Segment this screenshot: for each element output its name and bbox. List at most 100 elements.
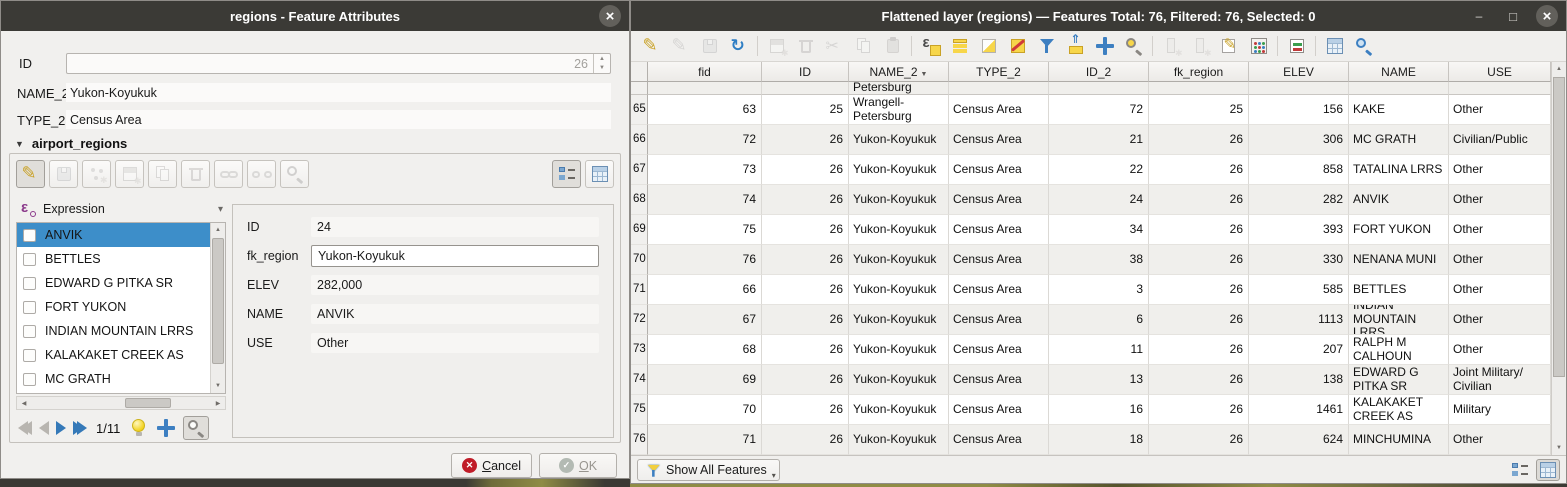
cell-ID_2[interactable]: 3 <box>1049 275 1149 305</box>
field-NAME[interactable]: ANVIK <box>311 304 599 324</box>
cell-TYPE_2[interactable]: Census Area <box>949 335 1049 365</box>
cell-ID[interactable] <box>762 82 849 95</box>
column-header-ELEV[interactable]: ELEV <box>1249 62 1349 82</box>
checkbox[interactable] <box>23 253 36 266</box>
cell-USE[interactable]: Military <box>1449 395 1551 425</box>
cell-ID_2[interactable]: 6 <box>1049 305 1149 335</box>
column-header-fid[interactable]: fid <box>648 62 762 82</box>
feature-list-item[interactable]: FORT YUKON <box>17 295 210 319</box>
cell-ELEV[interactable]: 282 <box>1249 185 1349 215</box>
cell-NAME_2[interactable]: Yukon-Koyukuk <box>849 305 949 335</box>
cell-TYPE_2[interactable]: Census Area <box>949 425 1049 455</box>
cell-fid[interactable]: 69 <box>648 365 762 395</box>
cell-ID[interactable]: 26 <box>762 395 849 425</box>
cell-ID_2[interactable]: 72 <box>1049 95 1149 125</box>
cell-ELEV[interactable]: 858 <box>1249 155 1349 185</box>
cell-fk_region[interactable]: 26 <box>1149 215 1249 245</box>
zoom-to-selection-button[interactable] <box>1121 34 1146 59</box>
move-selection-to-top-button[interactable] <box>1063 34 1088 59</box>
id-spinbox[interactable]: 26 <box>66 53 611 74</box>
invert-selection-button[interactable] <box>976 34 1001 59</box>
cell-USE[interactable]: Other <box>1449 425 1551 455</box>
cell-NAME_2[interactable]: Yukon-Koyukuk <box>849 185 949 215</box>
cell-TYPE_2[interactable]: Census Area <box>949 395 1049 425</box>
cell-USE[interactable]: Other <box>1449 275 1551 305</box>
cell-ID_2[interactable]: 11 <box>1049 335 1149 365</box>
cell-ID[interactable]: 26 <box>762 335 849 365</box>
feature-list-item[interactable]: MC GRATH <box>17 367 210 391</box>
cell-fk_region[interactable]: 26 <box>1149 335 1249 365</box>
cell-NAME_2[interactable]: Wrangell-Petersburg <box>849 95 949 125</box>
first-feature-button[interactable] <box>18 421 32 435</box>
show-all-features-button[interactable]: Show All Features <box>637 459 780 481</box>
cell-ID[interactable]: 26 <box>762 275 849 305</box>
field-USE[interactable]: Other <box>311 333 599 353</box>
cell-fid[interactable]: 63 <box>648 95 762 125</box>
cell-NAME[interactable]: KAKE <box>1349 95 1449 125</box>
select-by-expression-button[interactable] <box>918 34 943 59</box>
cell-ID_2[interactable]: 21 <box>1049 125 1149 155</box>
cell-fid[interactable]: 66 <box>648 275 762 305</box>
cell-TYPE_2[interactable]: Census Area <box>949 365 1049 395</box>
scroll-up-icon[interactable] <box>211 223 225 237</box>
cell-fid[interactable]: 67 <box>648 305 762 335</box>
deselect-all-button[interactable] <box>1005 34 1030 59</box>
minimize-button[interactable] <box>1468 5 1490 27</box>
cell-fk_region[interactable]: 26 <box>1149 245 1249 275</box>
cell-NAME_2[interactable]: Yukon-Koyukuk <box>849 125 949 155</box>
cell-TYPE_2[interactable]: Census Area <box>949 185 1049 215</box>
cell-fid[interactable]: 75 <box>648 215 762 245</box>
cell-fk_region[interactable] <box>1149 82 1249 95</box>
checkbox[interactable] <box>23 277 36 290</box>
scroll-right-icon[interactable] <box>213 397 223 409</box>
cell-ELEV[interactable]: 1113 <box>1249 305 1349 335</box>
feature-list-item[interactable]: BETTLES <box>17 247 210 271</box>
pan-to-selection-button[interactable] <box>1092 34 1117 59</box>
column-header-NAME[interactable]: NAME <box>1349 62 1449 82</box>
cell-fid[interactable]: 71 <box>648 425 762 455</box>
field-fk_region[interactable]: Yukon-Koyukuk <box>311 245 599 267</box>
cell-fk_region[interactable]: 26 <box>1149 185 1249 215</box>
cell-fid[interactable]: 73 <box>648 155 762 185</box>
cell-fk_region[interactable]: 26 <box>1149 365 1249 395</box>
cell-ID[interactable]: 26 <box>762 305 849 335</box>
column-header-NAME_2[interactable]: NAME_2 <box>849 62 949 82</box>
cell-fk_region[interactable]: 26 <box>1149 395 1249 425</box>
spinner-buttons[interactable] <box>593 54 610 73</box>
cell-ELEV[interactable]: 330 <box>1249 245 1349 275</box>
cell-NAME_2[interactable]: Yukon-Koyukuk <box>849 215 949 245</box>
cell-NAME[interactable]: MINCHUMINA <box>1349 425 1449 455</box>
actions-button[interactable] <box>1351 34 1376 59</box>
cell-NAME[interactable]: EDWARD G PITKA SR <box>1349 365 1449 395</box>
cell-fid[interactable]: 72 <box>648 125 762 155</box>
cell-NAME[interactable]: INDIAN MOUNTAIN LRRS <box>1349 305 1449 335</box>
cell-USE[interactable]: Other <box>1449 155 1551 185</box>
scroll-up-icon[interactable] <box>1552 62 1566 76</box>
cell-ELEV[interactable] <box>1249 82 1349 95</box>
cell-ID_2[interactable]: 13 <box>1049 365 1149 395</box>
table-vertical-scrollbar[interactable] <box>1551 62 1566 455</box>
field-ELEV[interactable]: 282,000 <box>311 275 599 295</box>
name2-field[interactable]: Yukon-Koyukuk <box>66 83 611 102</box>
column-header-TYPE_2[interactable]: TYPE_2 <box>949 62 1049 82</box>
cell-fid[interactable]: 76 <box>648 245 762 275</box>
list-vertical-scrollbar[interactable] <box>210 223 225 393</box>
cell-NAME_2[interactable]: Yukon-Koyukuk <box>849 335 949 365</box>
feature-list-item[interactable]: ANVIK <box>17 223 210 247</box>
cell-ID[interactable]: 26 <box>762 365 849 395</box>
scroll-down-icon[interactable] <box>211 379 225 393</box>
cell-USE[interactable] <box>1449 82 1551 95</box>
cell-NAME[interactable]: KALAKAKET CREEK AS <box>1349 395 1449 425</box>
form-view-button[interactable] <box>552 160 581 188</box>
column-header-ID[interactable]: ID <box>762 62 849 82</box>
cell-ELEV[interactable]: 1461 <box>1249 395 1349 425</box>
checkbox[interactable] <box>23 325 36 338</box>
cell-NAME[interactable]: MC GRATH <box>1349 125 1449 155</box>
type2-field[interactable]: Census Area <box>66 110 611 129</box>
cell-USE[interactable]: Joint Military/ Civilian <box>1449 365 1551 395</box>
next-feature-button[interactable] <box>56 421 66 435</box>
cell-NAME_2[interactable]: Petersburg <box>849 82 949 95</box>
cell-TYPE_2[interactable] <box>949 82 1049 95</box>
checkbox[interactable] <box>23 349 36 362</box>
feature-list-item[interactable]: KALAKAKET CREEK AS <box>17 343 210 367</box>
